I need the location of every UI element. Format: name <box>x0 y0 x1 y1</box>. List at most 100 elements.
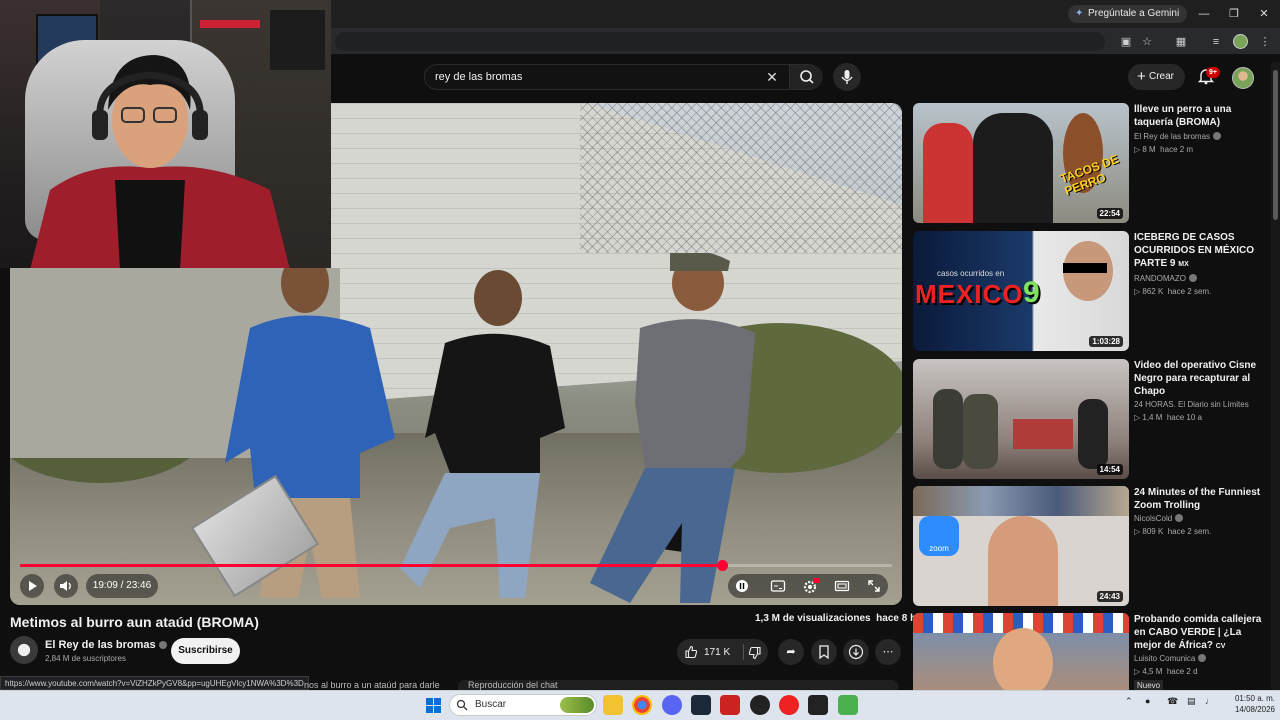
channel-name[interactable]: Luisito Comunica <box>1134 654 1207 663</box>
browser-menu-icon[interactable]: ⋮ <box>1257 34 1273 50</box>
minecraft-icon[interactable] <box>838 695 858 715</box>
clear-search-icon[interactable]: ✕ <box>763 68 781 86</box>
webcam-overlay <box>0 0 331 268</box>
notifications-badge: 9+ <box>1206 67 1220 78</box>
mute-button[interactable] <box>54 574 78 598</box>
app-icon[interactable] <box>720 695 740 715</box>
recommended-video-2[interactable]: casos ocurridos en MEXICO 9 1:03:28 ICEB… <box>913 231 1268 351</box>
video-thumbnail[interactable] <box>913 613 1129 690</box>
download-button[interactable] <box>843 639 869 665</box>
video-meta: ▷ 8 M hace 2 m <box>1134 145 1194 154</box>
view-count: 862 K <box>1142 287 1164 296</box>
bookmark-star-icon[interactable]: ☆ <box>1139 34 1155 50</box>
channel-name-text[interactable]: RANDOMAZO <box>1134 274 1186 283</box>
settings-gear-icon[interactable] <box>802 578 820 594</box>
tray-app-icon[interactable]: ● <box>1145 696 1150 706</box>
share-button[interactable]: ➦ <box>778 639 804 665</box>
progress-scrubber[interactable] <box>717 560 728 571</box>
recommended-video-1[interactable]: TACOS DE PERRO 22:54 llleve un perro a u… <box>913 103 1268 223</box>
status-bar-url: https://www.youtube.com/watch?v=ViZHZkPy… <box>0 676 309 690</box>
epic-games-icon[interactable] <box>808 695 828 715</box>
video-title[interactable]: Probando comida callejera en CABO VERDE … <box>1134 613 1264 653</box>
fullscreen-icon[interactable] <box>866 578 882 594</box>
share-icon: ➦ <box>786 646 796 658</box>
minimize-icon[interactable]: — <box>1194 6 1214 22</box>
channel-name[interactable]: 24 HORAS. El Diario sin Límites <box>1134 400 1249 409</box>
like-icon[interactable] <box>684 645 698 659</box>
channel-name[interactable]: RANDOMAZO <box>1134 274 1197 283</box>
page-scrollbar[interactable] <box>1271 62 1280 690</box>
media-icon[interactable]: ≡ <box>1208 34 1224 50</box>
view-count: 1,3 M de visualizaciones hace 8 h <box>755 613 916 624</box>
channel-name[interactable]: NicolsCold <box>1134 514 1184 523</box>
recommended-video-4[interactable]: zoom 24:43 24 Minutes of the Funniest Zo… <box>913 486 1268 606</box>
theater-mode-icon[interactable] <box>834 578 850 594</box>
video-thumbnail[interactable]: zoom 24:43 <box>913 486 1129 606</box>
view-count: 809 K <box>1142 527 1164 536</box>
video-thumbnail[interactable]: 14:54 <box>913 359 1129 479</box>
search-button[interactable] <box>789 65 823 89</box>
start-button[interactable] <box>426 698 441 713</box>
url-field[interactable] <box>335 32 1105 51</box>
video-title[interactable]: Video del operativo Cisne Negro para rec… <box>1134 359 1264 398</box>
channel-name[interactable]: El Rey de las bromas <box>45 639 167 651</box>
voice-search-button[interactable] <box>833 63 861 91</box>
channel-avatar[interactable] <box>10 636 38 664</box>
save-button[interactable] <box>811 639 837 665</box>
autoplay-toggle-icon[interactable] <box>734 578 750 594</box>
obs-icon[interactable] <box>750 695 770 715</box>
tray-volume-icon[interactable]: ♩ <box>1205 696 1214 706</box>
channel-name[interactable]: El Rey de las bromas <box>1134 132 1222 141</box>
search-highlight-icon[interactable] <box>560 697 594 713</box>
scroll-thumb[interactable] <box>1273 70 1278 220</box>
create-button[interactable]: Crear <box>1128 64 1185 90</box>
system-clock[interactable]: 01:50 a. m. 14/08/2026 <box>1225 693 1275 715</box>
dislike-icon[interactable] <box>748 646 762 660</box>
video-thumbnail[interactable]: TACOS DE PERRO 22:54 <box>913 103 1129 223</box>
thumb-censor-bar <box>1063 263 1107 273</box>
video-title-text[interactable]: ICEBERG DE CASOS OCURRIDOS EN MÉXICO PAR… <box>1134 232 1254 269</box>
play-button[interactable] <box>20 574 44 598</box>
extensions-icon[interactable]: ▦ <box>1173 34 1189 50</box>
chapter-text[interactable]: nos al burro a un ataúd para darle <box>304 680 444 690</box>
channel-name-text[interactable]: El Rey de las bromas <box>1134 132 1210 141</box>
gemini-button[interactable]: Pregúntale a Gemini <box>1068 5 1188 23</box>
discord-icon[interactable] <box>662 695 682 715</box>
tray-mic-icon[interactable]: ☎ <box>1167 696 1178 707</box>
file-explorer-icon[interactable] <box>603 695 623 715</box>
account-avatar[interactable] <box>1232 67 1254 89</box>
thumb-face <box>988 516 1058 606</box>
steam-icon[interactable] <box>691 695 711 715</box>
like-count[interactable]: 171 K <box>704 647 730 658</box>
channel-name-text[interactable]: El Rey de las bromas <box>45 639 156 651</box>
channel-name-text[interactable]: NicolsCold <box>1134 514 1172 523</box>
more-actions-button[interactable]: ⋯ <box>875 639 901 665</box>
browser-profile-avatar[interactable] <box>1233 34 1248 49</box>
video-person-grey-shirt <box>590 253 755 603</box>
close-icon[interactable]: ✕ <box>1254 6 1274 22</box>
subtitles-icon[interactable] <box>770 578 786 594</box>
tray-chevron-icon[interactable]: ⌃ <box>1125 696 1133 707</box>
search-box[interactable]: rey de las bromas ✕ <box>424 64 823 90</box>
video-title[interactable]: llleve un perro a una taquería (BROMA) <box>1134 103 1264 129</box>
video-title-text[interactable]: Probando comida callejera en CABO VERDE … <box>1134 614 1261 651</box>
channel-name-text[interactable]: Luisito Comunica <box>1134 654 1195 663</box>
subscribe-button[interactable]: Suscribirse <box>171 638 240 664</box>
restore-icon[interactable]: ❐ <box>1224 6 1244 22</box>
video-duration: 22:54 <box>1096 208 1123 219</box>
video-title[interactable]: 24 Minutes of the Funniest Zoom Trolling <box>1134 486 1264 512</box>
thumb-text: MEXICO <box>915 279 1024 309</box>
search-input[interactable]: rey de las bromas <box>435 71 522 83</box>
video-title[interactable]: ICEBERG DE CASOS OCURRIDOS EN MÉXICO PAR… <box>1134 231 1264 271</box>
live-chat-replay[interactable]: Reproducción del chat <box>458 680 898 690</box>
recommended-video-5[interactable]: Probando comida callejera en CABO VERDE … <box>913 613 1268 690</box>
cast-icon[interactable]: ▣ <box>1118 34 1134 50</box>
thumb-number: 9 <box>1023 276 1040 309</box>
recommended-video-3[interactable]: 14:54 Video del operativo Cisne Negro pa… <box>913 359 1268 479</box>
media-player-icon[interactable] <box>779 695 799 715</box>
video-thumbnail[interactable]: casos ocurridos en MEXICO 9 1:03:28 <box>913 231 1129 351</box>
view-count: 1,4 M <box>1142 413 1163 422</box>
chrome-icon[interactable] <box>632 695 652 715</box>
tray-network-icon[interactable]: ▤ <box>1187 696 1196 707</box>
video-meta: ▷ 862 K hace 2 sem. <box>1134 287 1212 296</box>
